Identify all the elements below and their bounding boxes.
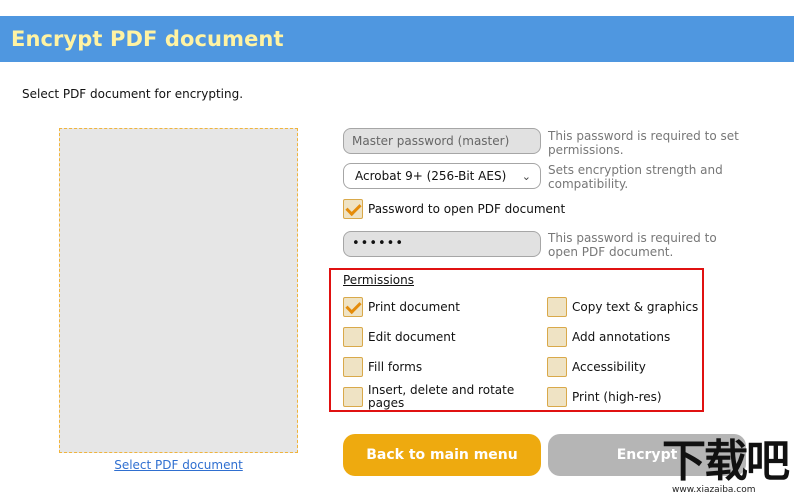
encryption-select[interactable]: Acrobat 9+ (256-Bit AES) ⌄ bbox=[343, 163, 541, 189]
print-high-res-label: Print (high-res) bbox=[572, 390, 662, 404]
master-password-help: This password is required to set permiss… bbox=[548, 129, 739, 157]
add-annotations-checkbox[interactable] bbox=[547, 327, 567, 347]
edit-document-label: Edit document bbox=[368, 330, 456, 344]
watermark-text: 下载吧 bbox=[662, 436, 790, 487]
open-password-input[interactable]: •••••• bbox=[343, 231, 541, 257]
open-password-help: This password is required to open PDF do… bbox=[548, 231, 717, 259]
master-password-input[interactable]: Master password (master) bbox=[343, 128, 541, 154]
copy-text-checkbox[interactable] bbox=[547, 297, 567, 317]
print-document-checkbox[interactable] bbox=[343, 297, 363, 317]
accessibility-label: Accessibility bbox=[572, 360, 646, 374]
fill-forms-checkbox[interactable] bbox=[343, 357, 363, 377]
title-bar: Encrypt PDF document bbox=[0, 16, 794, 62]
back-to-main-menu-button[interactable]: Back to main menu bbox=[343, 434, 541, 476]
pdf-preview-area[interactable] bbox=[59, 128, 298, 453]
instruction-text: Select PDF document for encrypting. bbox=[22, 87, 244, 101]
encryption-help: Sets encryption strength and compatibili… bbox=[548, 163, 723, 191]
open-password-checkbox[interactable] bbox=[343, 199, 363, 219]
print-document-label: Print document bbox=[368, 300, 460, 314]
add-annotations-label: Add annotations bbox=[572, 330, 671, 344]
permissions-title: Permissions bbox=[343, 273, 414, 287]
encryption-selected-value: Acrobat 9+ (256-Bit AES) bbox=[355, 169, 507, 183]
page-title: Encrypt PDF document bbox=[11, 27, 284, 51]
watermark-logo: 下载吧 www.xiazaiba.com bbox=[662, 438, 794, 498]
watermark-url: www.xiazaiba.com bbox=[672, 485, 756, 495]
print-high-res-checkbox[interactable] bbox=[547, 387, 567, 407]
select-pdf-link[interactable]: Select PDF document bbox=[59, 458, 298, 472]
edit-document-checkbox[interactable] bbox=[343, 327, 363, 347]
accessibility-checkbox[interactable] bbox=[547, 357, 567, 377]
copy-text-label: Copy text & graphics bbox=[572, 300, 699, 314]
fill-forms-label: Fill forms bbox=[368, 360, 423, 374]
chevron-down-icon: ⌄ bbox=[521, 170, 531, 183]
insert-delete-rotate-label: Insert, delete and rotate pages bbox=[368, 383, 515, 410]
open-password-label: Password to open PDF document bbox=[368, 202, 566, 216]
insert-delete-rotate-checkbox[interactable] bbox=[343, 387, 363, 407]
